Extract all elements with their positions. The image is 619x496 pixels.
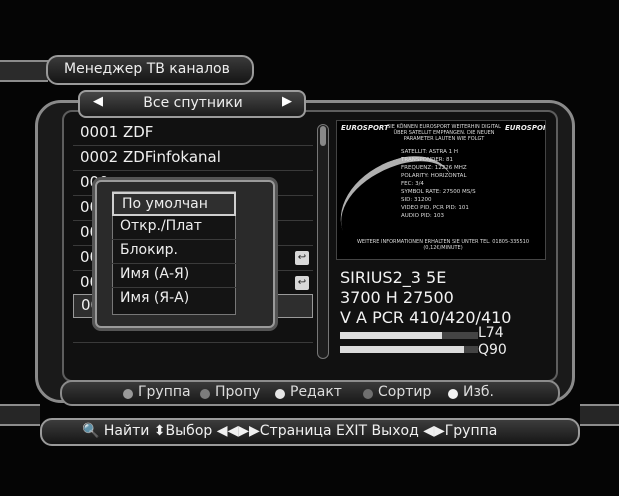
return-arrow-icon: ↩ xyxy=(295,251,309,265)
banner-line: SYMBOL RATE: 27500 MS/S xyxy=(401,189,476,195)
channel-row[interactable]: 0002 ZDFinfokanal xyxy=(73,147,313,171)
sort-option-label: Имя (Я-А) xyxy=(120,290,190,306)
banner-bottom-text: WEITERE INFORMATIONEN ERHALTEN SIE UNTER… xyxy=(356,239,530,251)
eurosport-logo-left: EUROSPORT xyxy=(341,124,389,132)
return-arrow-icon: ↩ xyxy=(295,276,309,290)
sort-option-label: По умолчан xyxy=(122,196,208,212)
page-title: Менеджер ТВ каналов xyxy=(64,61,230,77)
banner-line: TRANSPONDER: 81 xyxy=(401,157,454,163)
sort-option-default[interactable]: По умолчан xyxy=(112,192,236,216)
transponder-info: 3700 H 27500 xyxy=(340,288,454,307)
sort-option-label: Откр./Плат xyxy=(120,218,202,234)
banner-line: SID: 31200 xyxy=(401,197,432,203)
signal-quality-label: Q90 xyxy=(478,342,507,358)
green-button-dot xyxy=(200,389,210,399)
hint-bar-decoration-right xyxy=(580,404,619,426)
banner-parameters: SATELLIT: ASTRA 1 H TRANSPONDER: 81 FREQ… xyxy=(401,148,476,220)
channel-label: 0001 ZDF xyxy=(80,123,154,141)
sort-option-locked[interactable]: Блокир. xyxy=(112,240,236,264)
channel-row[interactable]: 0001 ZDF xyxy=(73,122,313,146)
signal-level-label: L74 xyxy=(478,325,504,341)
satellite-selector-label: Все спутники xyxy=(143,95,243,111)
signal-level-bar xyxy=(340,332,442,339)
sort-option-label: Имя (А-Я) xyxy=(120,266,190,282)
channel-list-scrollbar[interactable] xyxy=(317,124,329,359)
yellow-button-dot xyxy=(275,389,285,399)
blue-button-dot xyxy=(363,389,373,399)
favorite-button-dot xyxy=(448,389,458,399)
banner-line: AUDIO PID: 103 xyxy=(401,213,444,219)
sort-button[interactable]: Сортир xyxy=(378,384,431,400)
scrollbar-thumb[interactable] xyxy=(320,126,326,146)
banner-line: FREQUENZ: 12226 MHZ xyxy=(401,165,467,171)
sort-option-name-za[interactable]: Имя (Я-А) xyxy=(112,288,236,312)
sort-option-name-az[interactable]: Имя (А-Я) xyxy=(112,264,236,288)
arrow-right-icon[interactable]: ▶ xyxy=(282,94,292,109)
group-button[interactable]: Группа xyxy=(138,384,191,400)
arrow-left-icon[interactable]: ◀ xyxy=(93,94,103,109)
eurosport-logo-right: EUROSPORT xyxy=(505,124,545,132)
window-title-tab: Менеджер ТВ каналов xyxy=(46,55,254,85)
edit-button[interactable]: Редакт xyxy=(290,384,342,400)
banner-line: FEC: 3/4 xyxy=(401,181,424,187)
signal-quality-bar xyxy=(340,346,464,353)
channel-label: 0002 ZDFinfokanal xyxy=(80,148,221,166)
satellite-info: SIRIUS2_3 5E xyxy=(340,268,447,287)
red-button-dot xyxy=(123,389,133,399)
banner-line: POLARITY: HORIZONTAL xyxy=(401,173,467,179)
sort-option-free-paid[interactable]: Откр./Плат xyxy=(112,216,236,240)
hint-bar-decoration-left xyxy=(0,404,40,426)
banner-line: SATELLIT: ASTRA 1 H xyxy=(401,149,458,155)
sort-option-label: Блокир. xyxy=(120,242,179,258)
banner-top-text: SIE KÖNNEN EUROSPORT WEITERHIN DIGITAL Ü… xyxy=(387,124,501,142)
title-bar-decoration xyxy=(0,60,48,82)
favorites-button[interactable]: Изб. xyxy=(463,384,494,400)
hint-bar-text: 🔍 Найти ⬍Выбор ◀◀▶▶Страница EXIT Выход ◀… xyxy=(82,423,498,439)
skip-button[interactable]: Пропу xyxy=(215,384,260,400)
channel-row-empty[interactable] xyxy=(73,344,313,368)
channel-preview-image: EUROSPORT EUROSPORT SIE KÖNNEN EUROSPORT… xyxy=(336,120,546,260)
banner-line: VIDEO PID, PCR PID: 101 xyxy=(401,205,469,211)
